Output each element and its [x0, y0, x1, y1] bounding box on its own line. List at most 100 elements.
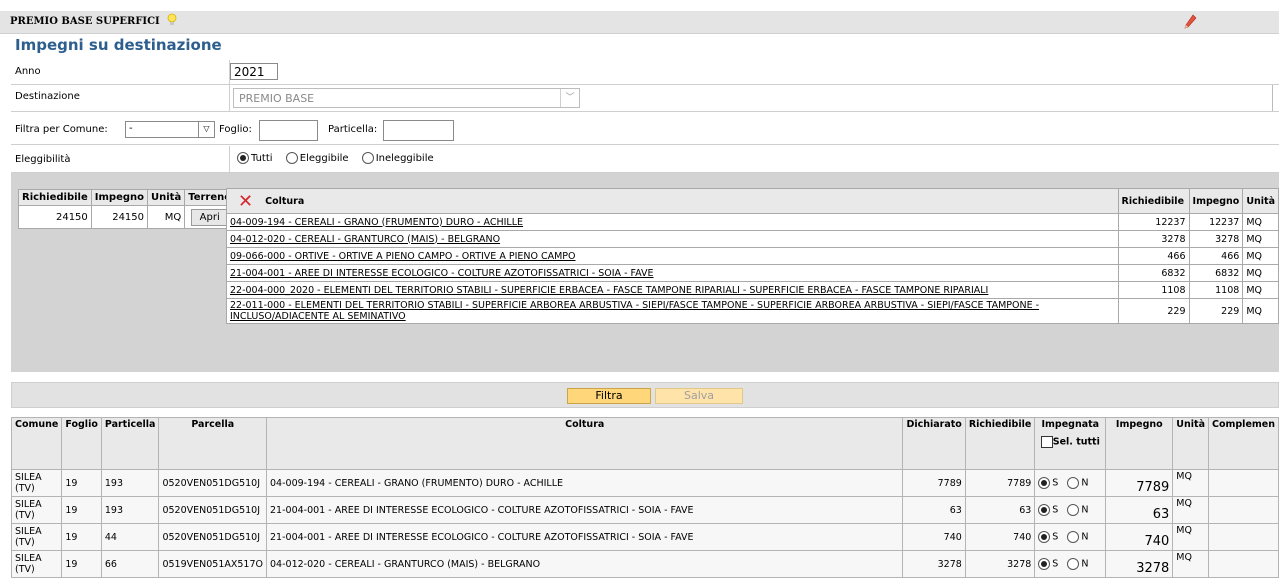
coltura-impegno: 229	[1188, 298, 1244, 324]
radio-n-label: N	[1081, 477, 1089, 489]
coltura-link[interactable]: 22-011-000 - ELEMENTI DEL TERRITORIO STA…	[226, 298, 1119, 324]
cell-comune: SILEA (TV)	[10, 496, 63, 524]
coltura-col-unita: Unità	[1242, 188, 1279, 214]
cell-foglio: 19	[61, 523, 102, 551]
radio-n[interactable]	[1067, 504, 1080, 516]
filtra-button[interactable]: Filtra	[567, 388, 651, 404]
radio-s-label: S	[1052, 477, 1059, 489]
cell-coltura: 21-004-001 - AREE DI INTERESSE ECOLOGICO…	[266, 523, 904, 551]
anno-label: Anno	[15, 66, 41, 77]
cell-unita: MQ	[1172, 469, 1209, 497]
cell-coltura: 04-012-020 - CEREALI - GRANTURCO (MAIS) …	[266, 550, 904, 578]
table-row: SILEA (TV) 19 193 0520VEN051DG510J 21-00…	[10, 496, 1279, 524]
radio-s[interactable]	[1038, 558, 1051, 570]
coltura-link[interactable]: 22-004-000_2020 - ELEMENTI DEL TERRITORI…	[226, 281, 1119, 299]
coltura-header-label: Coltura	[265, 195, 305, 207]
summary-richiedibile: 24150	[18, 205, 92, 229]
lightbulb-icon[interactable]	[166, 13, 178, 27]
comune-select[interactable]: - ▽	[125, 121, 215, 138]
coltura-unita: MQ	[1242, 213, 1279, 231]
cell-dichiarato: 7789	[902, 469, 966, 497]
radio-n[interactable]	[1067, 558, 1080, 570]
coltura-link[interactable]: 21-004-001 - AREE DI INTERESSE ECOLOGICO…	[226, 264, 1119, 282]
foglio-input[interactable]	[259, 120, 318, 141]
summary-impegno: 24150	[90, 205, 149, 229]
col-unita: Unità	[147, 189, 186, 206]
destinazione-value: PREMIO BASE	[239, 92, 315, 105]
coltura-unita: MQ	[1242, 298, 1279, 324]
cell-richiedibile: 63	[964, 496, 1036, 524]
coltura-link[interactable]: 04-012-020 - CEREALI - GRANTURCO (MAIS) …	[226, 230, 1119, 248]
eleggibilita-row: Eleggibilità Tutti Eleggibile Ineleggibi…	[11, 146, 1279, 173]
radio-s[interactable]	[1038, 504, 1051, 516]
page-header: PREMIO BASE SUPERFICI	[0, 11, 1279, 34]
eleggibilita-radio-group: Tutti Eleggibile Ineleggibile	[237, 152, 434, 164]
coltura-table: ✕ Coltura Richiedibile Impegno Unità 04-0…	[226, 188, 1279, 324]
radio-icon[interactable]	[285, 152, 298, 164]
coltura-richiedibile: 466	[1117, 247, 1190, 265]
coltura-row: 21-004-001 - AREE DI INTERESSE ECOLOGICO…	[226, 264, 1279, 282]
coltura-unita: MQ	[1242, 281, 1279, 299]
destinazione-label: Destinazione	[15, 91, 80, 102]
cell-comune: SILEA (TV)	[10, 469, 63, 497]
filter-row: Filtra per Comune: - ▽ Foglio: Particell…	[11, 114, 1279, 145]
coltura-col-impegno: Impegno	[1188, 188, 1244, 214]
radio-s-label: S	[1052, 558, 1059, 570]
coltura-unita: MQ	[1242, 247, 1279, 265]
salva-button[interactable]: Salva	[655, 388, 743, 404]
cell-foglio: 19	[61, 550, 102, 578]
cell-impegno[interactable]: 3278	[1105, 550, 1174, 578]
cell-comune: SILEA (TV)	[10, 523, 63, 551]
coltura-unita: MQ	[1242, 264, 1279, 282]
chevron-down-icon: ▽	[198, 122, 214, 137]
radio-icon[interactable]	[361, 152, 374, 164]
radio-s[interactable]	[1038, 531, 1051, 543]
sel-tutti-label: Sel. tutti	[1052, 436, 1100, 448]
coltura-row: 04-012-020 - CEREALI - GRANTURCO (MAIS) …	[226, 230, 1279, 248]
col-impegno: Impegno	[90, 189, 149, 206]
edit-pencil-icon[interactable]	[1183, 14, 1197, 30]
radio-ineleggibile[interactable]: Ineleggibile	[361, 152, 434, 164]
coltura-richiedibile: 229	[1117, 298, 1190, 324]
cell-impegno[interactable]: 740	[1105, 523, 1174, 551]
cell-richiedibile: 3278	[964, 550, 1036, 578]
radio-eleggibile[interactable]: Eleggibile	[285, 152, 349, 164]
coltura-impegno: 3278	[1188, 230, 1244, 248]
radio-eleggibile-label: Eleggibile	[299, 153, 349, 164]
coltura-link[interactable]: 04-009-194 - CEREALI - GRANO (FRUMENTO) …	[226, 213, 1119, 231]
cell-impegno[interactable]: 63	[1105, 496, 1174, 524]
cell-parcella: 0520VEN051DG510J	[158, 469, 268, 497]
coltura-header: ✕ Coltura	[226, 188, 1119, 214]
cell-unita: MQ	[1172, 496, 1209, 524]
radio-selected-icon[interactable]	[237, 152, 249, 164]
particella-input[interactable]	[383, 120, 454, 141]
radio-n-label: N	[1081, 504, 1089, 516]
apri-button[interactable]: Apri	[190, 208, 229, 226]
action-bar: Filtra Salva	[11, 382, 1279, 408]
radio-s-label: S	[1052, 531, 1059, 543]
cell-impegno[interactable]: 7789	[1105, 469, 1174, 497]
col-impegno: Impegno	[1105, 417, 1174, 470]
cell-complemento	[1207, 469, 1279, 497]
col-coltura: Coltura	[266, 417, 904, 470]
coltura-link[interactable]: 09-066-000 - ORTIVE - ORTIVE A PIENO CAM…	[226, 247, 1119, 265]
destinazione-select: PREMIO BASE ﹀	[233, 88, 580, 108]
cell-impegnata: S N	[1034, 550, 1107, 578]
select-all-checkbox[interactable]	[1040, 436, 1053, 448]
radio-n[interactable]	[1067, 531, 1080, 543]
radio-tutti[interactable]: Tutti	[237, 152, 273, 164]
radio-n[interactable]	[1067, 477, 1080, 489]
radio-s[interactable]	[1038, 477, 1051, 489]
summary-table: Richiedibile Impegno Unità Terreno 24150…	[18, 189, 236, 229]
cell-complemento	[1207, 496, 1279, 524]
cell-unita: MQ	[1172, 550, 1209, 578]
coltura-row: 09-066-000 - ORTIVE - ORTIVE A PIENO CAM…	[226, 247, 1279, 265]
radio-s-label: S	[1052, 504, 1059, 516]
coltura-richiedibile: 1108	[1117, 281, 1190, 299]
coltura-impegno: 1108	[1188, 281, 1244, 299]
col-complemento: Complemen	[1207, 417, 1279, 470]
coltura-richiedibile: 6832	[1117, 264, 1190, 282]
anno-input[interactable]: 2021	[230, 63, 278, 80]
col-impegnata: Impegnata Sel. tutti	[1034, 417, 1107, 470]
close-icon[interactable]: ✕	[238, 191, 253, 212]
